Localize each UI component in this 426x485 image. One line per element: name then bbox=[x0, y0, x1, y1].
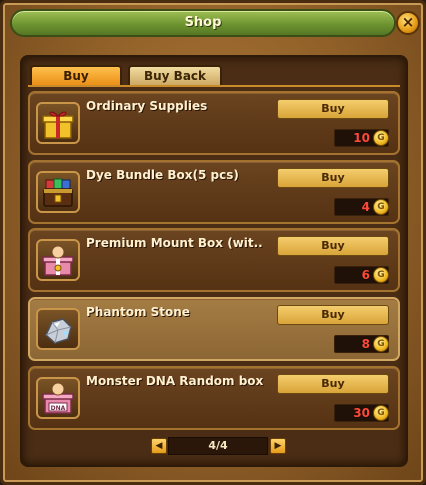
crystal-stone-icon bbox=[45, 318, 72, 344]
gold-coin-icon: G bbox=[373, 130, 389, 146]
item-icon-slot: DNA bbox=[36, 377, 80, 419]
price-box: 10 G bbox=[334, 129, 389, 147]
gold-coin-icon: G bbox=[373, 405, 389, 421]
shop-item-row[interactable]: DNA Monster DNA Random box Buy 30 G bbox=[28, 366, 400, 430]
title-bar: Shop bbox=[10, 9, 396, 37]
gold-coin-icon: G bbox=[373, 267, 389, 283]
item-price: 30 bbox=[353, 406, 370, 420]
gold-coin-icon: G bbox=[373, 336, 389, 352]
arrow-left-icon[interactable]: ◀ bbox=[151, 438, 167, 454]
price-box: 4 G bbox=[334, 198, 389, 216]
item-icon-slot bbox=[36, 239, 80, 281]
tab-divider bbox=[28, 85, 400, 87]
arrow-right-icon[interactable]: ▶ bbox=[270, 438, 286, 454]
item-icon-slot bbox=[36, 102, 80, 144]
price-box: 8 G bbox=[334, 335, 389, 353]
item-name: Premium Mount Box (wit.. bbox=[86, 236, 263, 250]
buy-button[interactable]: Buy bbox=[277, 374, 389, 394]
item-name: Monster DNA Random box bbox=[86, 374, 264, 388]
buy-button[interactable]: Buy bbox=[277, 236, 389, 256]
mount-box-icon bbox=[42, 245, 74, 276]
item-price: 8 bbox=[361, 337, 370, 351]
item-name: Dye Bundle Box(5 pcs) bbox=[86, 168, 239, 182]
item-name: Phantom Stone bbox=[86, 305, 190, 319]
gift-box-icon bbox=[42, 111, 74, 139]
window-title: Shop bbox=[184, 15, 222, 30]
shop-item-row-selected[interactable]: Phantom Stone Buy 8 G bbox=[28, 297, 400, 361]
shop-item-row[interactable]: Ordinary Supplies Buy 10 G bbox=[28, 91, 400, 155]
item-price: 10 bbox=[353, 131, 370, 145]
tab-buy-back[interactable]: Buy Back bbox=[128, 65, 222, 87]
close-button[interactable]: × bbox=[396, 11, 420, 35]
buy-button[interactable]: Buy bbox=[277, 168, 389, 188]
item-icon-slot bbox=[36, 308, 80, 350]
svg-text:DNA: DNA bbox=[51, 405, 66, 412]
shop-item-row[interactable]: Dye Bundle Box(5 pcs) Buy 4 G bbox=[28, 160, 400, 224]
treasure-chest-icon bbox=[43, 178, 73, 207]
page-indicator: 4/4 bbox=[168, 437, 268, 455]
buy-button[interactable]: Buy bbox=[277, 99, 389, 119]
item-price: 6 bbox=[361, 268, 370, 282]
buy-button[interactable]: Buy bbox=[277, 305, 389, 325]
tab-buy[interactable]: Buy bbox=[30, 65, 122, 87]
item-name: Ordinary Supplies bbox=[86, 99, 208, 113]
item-price: 4 bbox=[361, 200, 370, 214]
shop-item-row[interactable]: Premium Mount Box (wit.. Buy 6 G bbox=[28, 228, 400, 292]
dna-box-icon: DNA bbox=[42, 382, 74, 414]
gold-coin-icon: G bbox=[373, 199, 389, 215]
item-icon-slot bbox=[36, 171, 80, 213]
price-box: 30 G bbox=[334, 404, 389, 422]
price-box: 6 G bbox=[334, 266, 389, 284]
